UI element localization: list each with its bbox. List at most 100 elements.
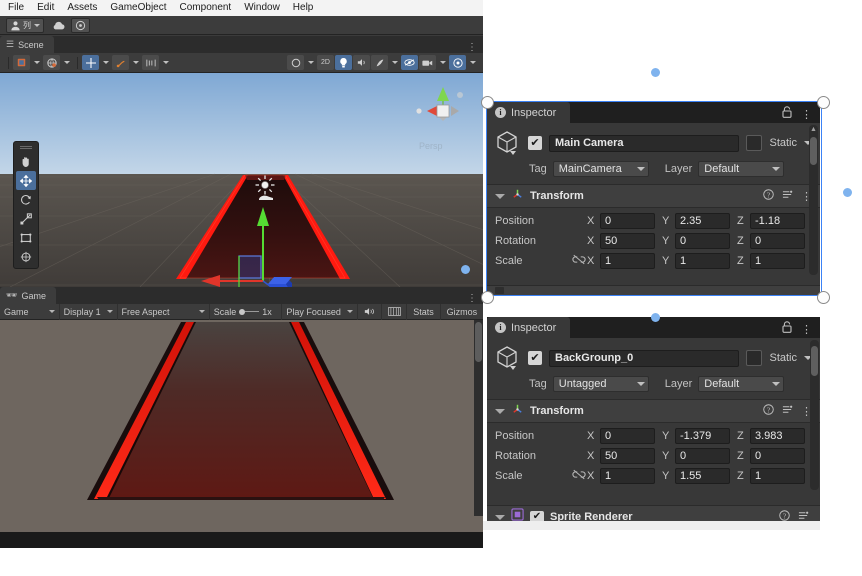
audio-toggle-icon[interactable] [353,55,370,70]
inspector-scrollbar[interactable]: ▲ [809,125,818,275]
menu-item-gameobject[interactable]: GameObject [110,0,166,16]
tag-dropdown[interactable]: MainCamera [552,161,649,177]
chevron-down-icon[interactable] [64,61,70,64]
scene-orientation-gizmo[interactable]: Persp [411,81,475,151]
static-checkbox[interactable] [746,350,763,366]
mute-audio-button[interactable] [358,304,382,320]
cloud-button[interactable] [48,18,67,33]
rotation-y-field[interactable]: 0 [675,233,730,249]
menu-item-component[interactable]: Component [180,0,232,16]
tab-game[interactable]: 🕶 Game [0,287,56,304]
broken-link-icon[interactable] [571,254,587,268]
game-scrollthumb[interactable] [475,322,482,362]
tag-dropdown[interactable]: Untagged [552,376,649,392]
static-checkbox[interactable] [746,135,763,151]
menu-item-assets[interactable]: Assets [67,0,97,16]
move-tool-icon[interactable] [82,55,99,70]
lock-icon[interactable] [782,320,792,338]
gizmos-toggle-icon[interactable] [449,55,466,70]
transform-tool[interactable] [16,247,36,266]
selection-handle-top-left[interactable] [481,96,494,109]
menu-item-edit[interactable]: Edit [37,0,54,16]
scroll-up-arrow-icon[interactable]: ▲ [810,126,817,133]
next-component-header-clipped[interactable] [487,285,820,295]
stats-button[interactable]: Stats [407,304,441,320]
aspect-selector[interactable]: Free Aspect [118,304,210,320]
object-name-field[interactable]: BackGrounp_0 [549,349,740,367]
scene-tool-palette[interactable] [13,141,39,269]
layer-dropdown[interactable]: Default [698,376,785,392]
selection-handle-bottom-right[interactable] [817,291,830,304]
help-icon[interactable]: ? [763,189,774,203]
tab-scene[interactable]: ☰ Scene [0,36,54,53]
object-enabled-checkbox[interactable]: ✔ [528,351,542,365]
display-selector[interactable]: Display 1 [60,304,118,320]
preset-icon[interactable] [782,189,793,203]
selection-rotate-dot[interactable] [651,68,660,77]
inspector-scrollbar[interactable] [810,340,819,490]
tab-inspector[interactable]: i Inspector [487,102,571,123]
game-scrollbar[interactable] [474,320,483,516]
lock-icon[interactable] [782,105,792,123]
kebab-menu-icon[interactable]: ⋮ [801,323,812,336]
scene-view-options-icon[interactable] [287,55,304,70]
scale-z-field[interactable]: 1 [750,253,805,269]
move-tool[interactable] [16,171,36,190]
effects-toggle-icon[interactable] [371,55,388,70]
kebab-menu-icon[interactable]: ⋮ [801,108,812,121]
hand-tool[interactable] [16,152,36,171]
lighting-icon[interactable] [43,55,60,70]
move-gizmo[interactable] [196,199,306,287]
game-view-selector[interactable]: Game [0,304,60,320]
frame-debugger-button[interactable] [382,304,408,320]
scene-viewport[interactable]: Persp [0,73,483,287]
chevron-down-icon[interactable] [495,193,505,199]
gizmo-persp-label[interactable]: Persp [419,141,443,151]
account-button[interactable]: 列 [6,17,44,33]
rotation-y-field[interactable]: 0 [675,448,730,464]
broken-link-icon[interactable] [571,469,587,483]
scale-x-field[interactable]: 1 [600,253,655,269]
scale-y-field[interactable]: 1.55 [675,468,730,484]
inspector-window-main-camera[interactable]: i Inspector ⋮ ✔ Main Camera Static Tag M… [487,102,820,295]
layer-dropdown[interactable]: Default [698,161,785,177]
position-z-field[interactable]: 3.983 [750,428,805,444]
position-x-field[interactable]: 0 [600,428,655,444]
play-mode-selector[interactable]: Play Focused [282,304,359,320]
help-icon[interactable]: ? [763,404,774,418]
inspector-scrollthumb[interactable] [810,137,817,165]
services-button[interactable] [71,17,90,33]
two-d-toggle[interactable]: 2D [317,55,334,70]
rotation-z-field[interactable]: 0 [750,448,805,464]
rotate-tool[interactable] [16,190,36,209]
game-viewport[interactable]: Game Display 1 Free Aspect Scale 1x Play… [0,304,483,548]
tab-inspector[interactable]: i Inspector [487,317,571,338]
position-z-field[interactable]: -1.18 [750,213,805,229]
menu-item-help[interactable]: Help [293,0,314,16]
pivot-icon[interactable] [112,55,129,70]
scene-visibility-icon[interactable] [401,55,418,70]
scale-x-field[interactable]: 1 [600,468,655,484]
chevron-down-icon[interactable] [495,514,505,520]
position-y-field[interactable]: 2.35 [675,213,730,229]
inspector-window-background[interactable]: i Inspector ⋮ ✔ BackGrounp_0 Static Tag … [487,317,820,523]
scene-panel-kebab-icon[interactable]: ⋮ [467,42,483,53]
lighting-toggle-icon[interactable] [335,55,352,70]
scale-slider-track[interactable] [239,308,260,315]
shaded-mode-icon[interactable] [13,55,30,70]
chevron-down-icon[interactable] [163,61,169,64]
gizmos-button[interactable]: Gizmos [441,304,483,320]
palette-drag-handle[interactable] [14,142,28,147]
chevron-down-icon[interactable] [34,61,40,64]
position-y-field[interactable]: -1.379 [675,428,730,444]
selection-handle-top-right[interactable] [817,96,830,109]
rotation-x-field[interactable]: 50 [600,233,655,249]
scale-y-field[interactable]: 1 [675,253,730,269]
rect-tool[interactable] [16,228,36,247]
preset-icon[interactable] [782,404,793,418]
chevron-down-icon[interactable] [133,61,139,64]
transform-component-header[interactable]: Transform ? ⋮ [487,399,820,423]
scale-z-field[interactable]: 1 [750,468,805,484]
object-enabled-checkbox[interactable]: ✔ [528,136,542,150]
rotation-z-field[interactable]: 0 [750,233,805,249]
